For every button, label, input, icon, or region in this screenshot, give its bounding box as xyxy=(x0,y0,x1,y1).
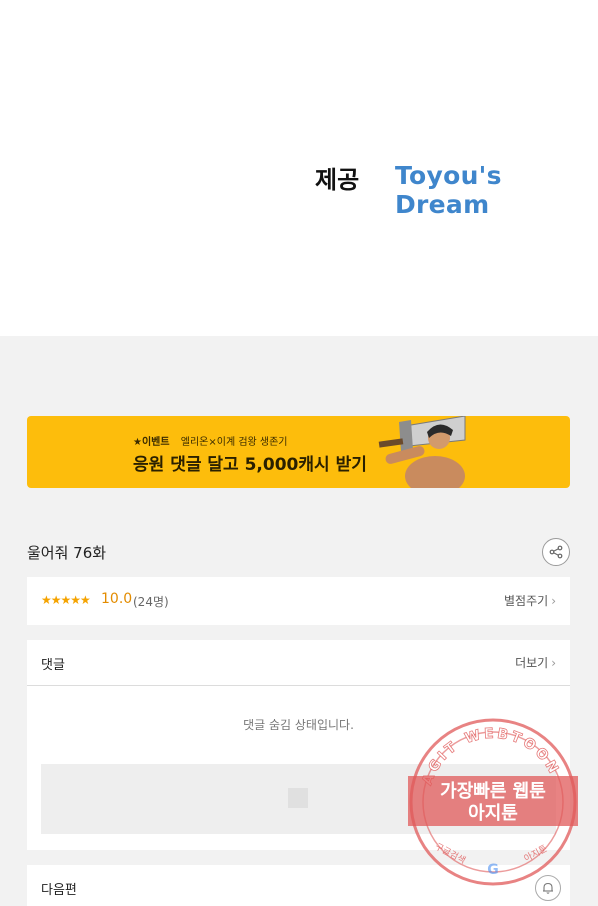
image-placeholder-icon xyxy=(288,788,308,808)
banner-character-illustration xyxy=(378,416,466,488)
comments-more-button[interactable]: 더보기 › xyxy=(515,654,556,671)
comments-hidden-message: 댓글 숨김 상태입니다. xyxy=(243,718,354,732)
episode-title: 울어줘 76화 xyxy=(27,544,107,562)
rating-count: (24명) xyxy=(133,595,169,609)
notification-button[interactable] xyxy=(535,875,561,901)
chevron-right-icon: › xyxy=(551,594,556,608)
comments-card: 댓글 더보기 › 댓글 숨김 상태입니다. xyxy=(27,640,570,850)
bell-icon xyxy=(543,882,553,894)
event-banner[interactable]: ★이벤트 엘리온×이계 검왕 생존기 응원 댓글 달고 5,000캐시 받기 xyxy=(27,416,570,488)
share-button[interactable] xyxy=(542,538,570,566)
share-icon xyxy=(549,545,563,559)
comments-title: 댓글 xyxy=(41,658,65,673)
episode-header: 울어줘 76화 xyxy=(27,538,570,566)
next-episode-title: 다음편 xyxy=(41,883,77,898)
rating-card: ★★★★★ 10.0 (24명) 별점주기 › xyxy=(27,577,570,625)
rate-button-label: 별점주기 xyxy=(504,594,549,608)
rating-stars: ★★★★★ xyxy=(41,593,91,607)
banner-tagline: ★이벤트 엘리온×이계 검왕 생존기 xyxy=(133,433,288,448)
banner-event-tag: ★이벤트 xyxy=(133,437,170,448)
rate-button[interactable]: 별점주기 › xyxy=(504,592,556,609)
rating-score: 10.0 xyxy=(101,591,133,607)
banner-subtitle: 엘리온×이계 검왕 생존기 xyxy=(180,437,288,448)
brand-logo: Toyou's Dream xyxy=(395,161,502,219)
credits-section: 제공 Toyou's Dream xyxy=(0,0,598,336)
next-episode-card[interactable]: 다음편 xyxy=(27,865,570,906)
ad-placeholder xyxy=(41,764,556,834)
comments-more-label: 더보기 xyxy=(515,656,549,670)
provided-by-label: 제공 xyxy=(315,166,360,194)
chevron-right-icon: › xyxy=(551,656,556,670)
banner-headline: 응원 댓글 달고 5,000캐시 받기 xyxy=(133,455,367,475)
comments-header: 댓글 더보기 › xyxy=(27,640,570,686)
